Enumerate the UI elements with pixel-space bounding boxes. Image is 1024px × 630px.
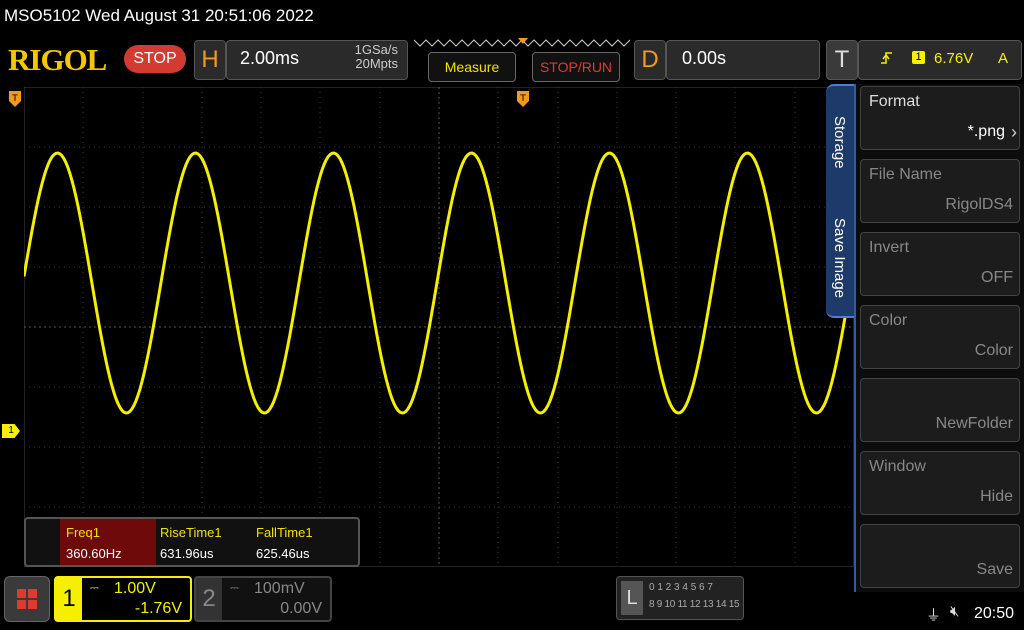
- waveform-display[interactable]: [24, 87, 854, 567]
- measurement-value-freq: 360.60Hz: [66, 546, 122, 561]
- home-button[interactable]: [4, 576, 50, 622]
- measurement-header-rise: RiseTime1: [160, 525, 222, 540]
- sample-rate: 1GSa/s: [354, 42, 398, 57]
- menu-save-value: Save: [976, 561, 1013, 578]
- trigger-label[interactable]: T: [826, 40, 858, 80]
- menu-invert[interactable]: Invert OFF: [860, 232, 1020, 296]
- measurement-panel[interactable]: Freq1 360.60Hz RiseTime1 631.96us FallTi…: [24, 517, 360, 567]
- svg-text:T: T: [11, 94, 18, 104]
- speaker-muted-icon[interactable]: 🔇︎: [950, 603, 959, 620]
- menu-color[interactable]: Color Color: [860, 305, 1020, 369]
- menu-invert-value: OFF: [981, 269, 1013, 286]
- logic-panel[interactable]: L 0 1 2 3 4 5 6 7 8 9 10 11 12 13 14 15: [616, 576, 744, 620]
- run-state-badge[interactable]: STOP: [124, 45, 186, 73]
- measure-button[interactable]: Measure: [428, 52, 516, 82]
- trigger-position-strip: [413, 38, 631, 47]
- channel-2-number: 2: [196, 578, 222, 620]
- stop-run-button[interactable]: STOP/RUN: [532, 52, 620, 82]
- menu-format-value: *.png: [967, 123, 1005, 140]
- save-image-tab-label: Save Image: [831, 218, 848, 299]
- rigol-logo: RIGOL: [8, 42, 107, 77]
- channel-1-offset: -1.76V: [134, 600, 182, 617]
- measurement-header-freq: Freq1: [66, 525, 100, 540]
- menu-window[interactable]: Window Hide: [860, 451, 1020, 515]
- channel-2-panel[interactable]: 2 ⎓ 100mV 0.00V: [194, 576, 332, 622]
- trigger-source-badge: 1: [912, 51, 925, 64]
- dc-coupling-icon: ⎓: [230, 582, 239, 594]
- measurement-header-fall: FallTime1: [256, 525, 313, 540]
- channel-1-number: 1: [56, 578, 82, 620]
- dc-coupling-icon: ⎓: [90, 582, 99, 594]
- delay-label[interactable]: D: [634, 40, 666, 80]
- usb-icon: ⏚: [926, 607, 942, 624]
- horizontal-label[interactable]: H: [194, 40, 226, 80]
- menu-format[interactable]: Format *.png ›: [860, 86, 1020, 150]
- grid-menu-icon: [17, 589, 37, 609]
- rising-edge-icon: [881, 52, 892, 64]
- menu-window-value: Hide: [980, 488, 1013, 505]
- horizontal-trigger-marker-icon: T: [9, 91, 21, 107]
- logic-row-2: 8 9 10 11 12 13 14 15: [649, 599, 740, 610]
- timebase-value: 2.00ms: [240, 48, 300, 68]
- trigger-coupling: A: [998, 50, 1009, 67]
- storage-tab-label: Storage: [831, 116, 848, 169]
- channel-1-panel[interactable]: 1 ⎓ 1.00V -1.76V: [54, 576, 192, 622]
- menu-color-label: Color: [869, 312, 908, 329]
- channel-1-scale: 1.00V: [114, 580, 156, 597]
- time-trigger-marker-icon: T: [517, 91, 529, 107]
- menu-file-name[interactable]: File Name RigolDS4: [860, 159, 1020, 223]
- channel-2-offset: 0.00V: [280, 600, 322, 617]
- menu-new-folder-value: NewFolder: [935, 415, 1013, 432]
- title-bar: MSO5102 Wed August 31 20:51:06 2022: [0, 0, 1024, 34]
- menu-window-label: Window: [869, 458, 926, 475]
- menu-invert-label: Invert: [869, 239, 910, 256]
- delay-value: 0.00s: [682, 48, 727, 68]
- storage-tab[interactable]: Storage Save Image: [826, 84, 856, 318]
- menu-color-value: Color: [974, 342, 1013, 359]
- memory-depth: 20Mpts: [355, 56, 398, 71]
- channel-2-scale: 100mV: [254, 580, 305, 597]
- channel-1-offset-marker[interactable]: 1: [2, 424, 20, 438]
- chevron-right-icon: ›: [1011, 122, 1017, 142]
- menu-save[interactable]: Save: [860, 524, 1020, 588]
- title-text: MSO5102 Wed August 31 20:51:06 2022: [4, 6, 314, 25]
- status-time: 20:50: [974, 605, 1015, 622]
- logic-letter: L: [621, 581, 643, 615]
- menu-file-name-value: RigolDS4: [945, 196, 1013, 213]
- menu-new-folder[interactable]: NewFolder: [860, 378, 1020, 442]
- measurement-value-fall: 625.46us: [256, 546, 310, 561]
- sample-info: 1GSa/s 20Mpts: [330, 43, 398, 71]
- svg-text:T: T: [519, 94, 526, 104]
- menu-file-name-label: File Name: [869, 166, 942, 183]
- measurement-value-rise: 631.96us: [160, 546, 214, 561]
- trigger-level: 6.76V: [934, 50, 974, 67]
- logic-row-1: 0 1 2 3 4 5 6 7: [649, 582, 713, 593]
- menu-format-label: Format: [869, 93, 920, 110]
